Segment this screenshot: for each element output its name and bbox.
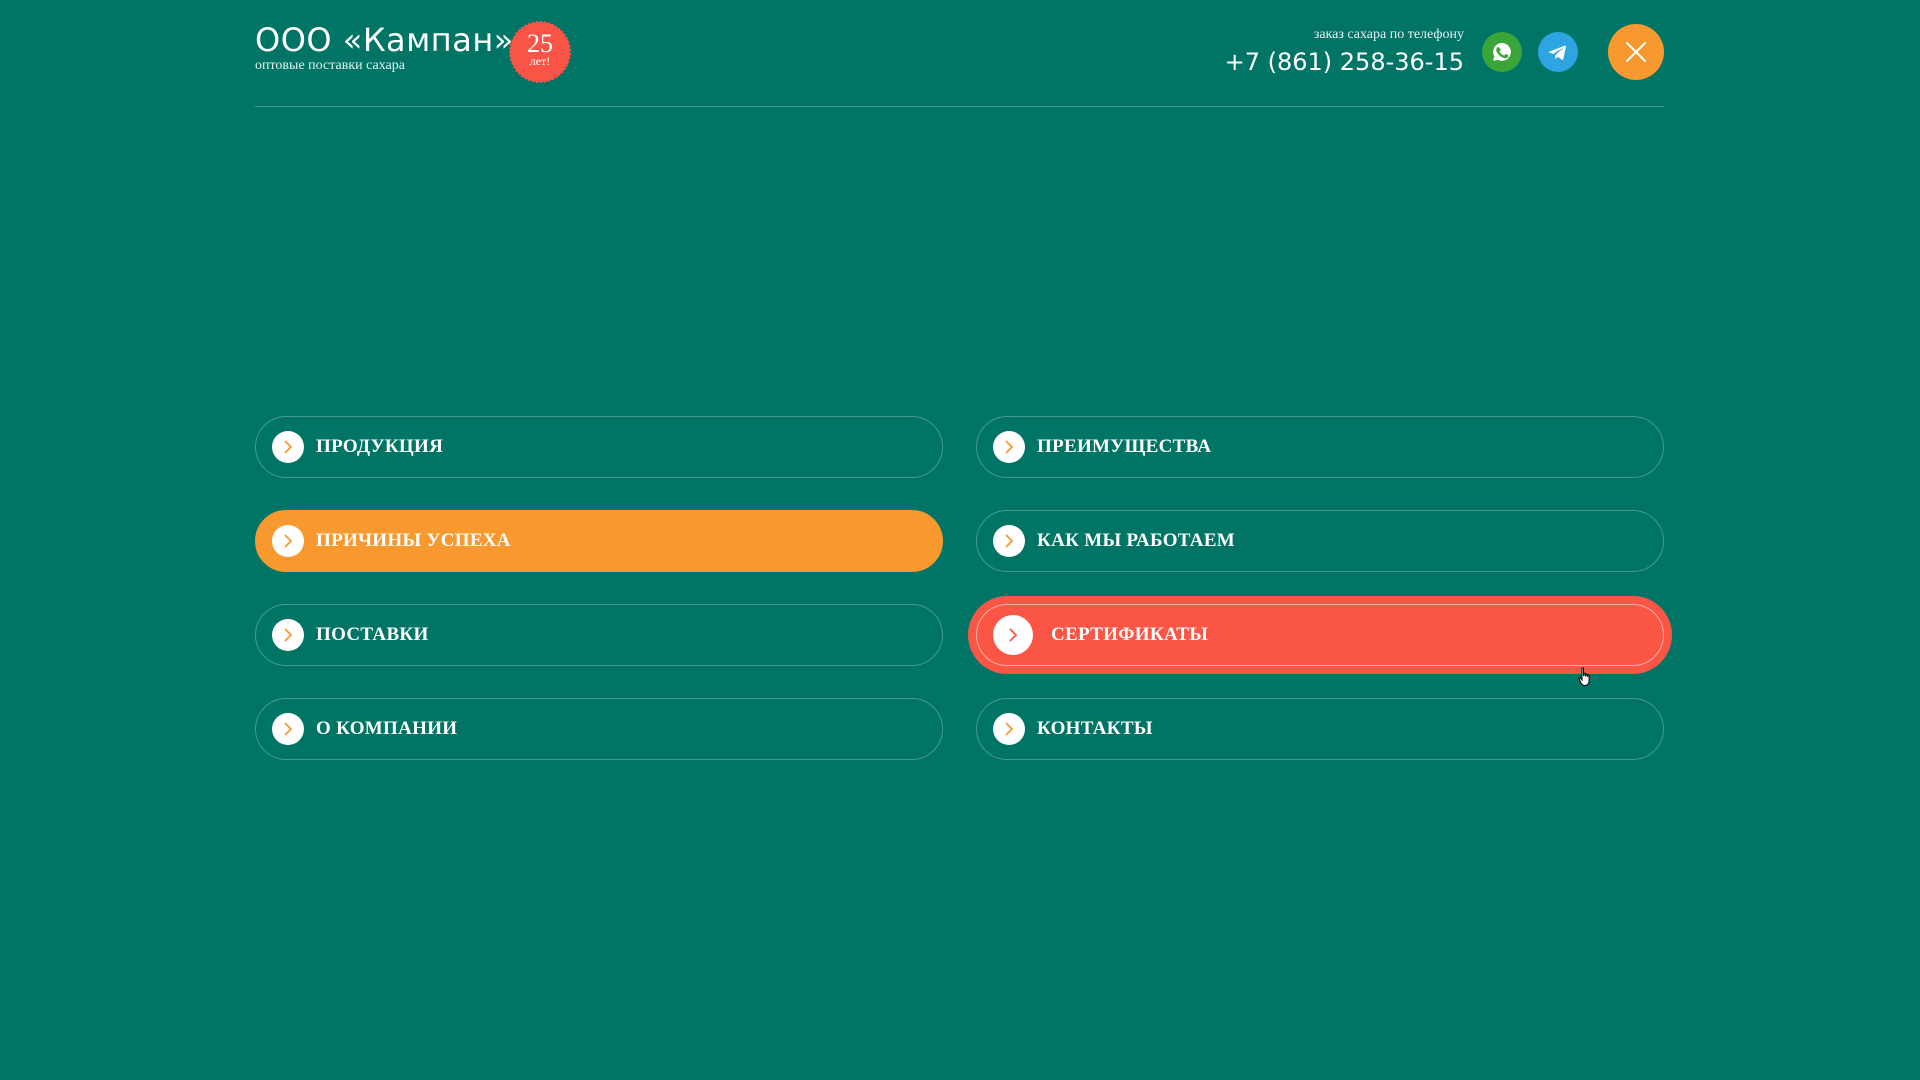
whatsapp-icon xyxy=(1493,43,1511,61)
chevron-right-icon xyxy=(993,431,1025,463)
company-tagline: оптовые поставки сахара xyxy=(255,58,405,73)
menu-item-how-we-work[interactable]: КАК МЫ РАБОТАЕМ xyxy=(976,510,1664,572)
chevron-right-icon xyxy=(993,713,1025,745)
chevron-right-icon xyxy=(993,525,1025,557)
anniversary-badge: 25 лет! xyxy=(509,21,571,83)
menu-item-certificates[interactable]: СЕРТИФИКАТЫ xyxy=(976,604,1664,666)
menu-overlay: ООО «Кампан» оптовые поставки сахара 25 … xyxy=(0,0,1920,1080)
chevron-right-icon xyxy=(272,431,304,463)
telegram-button[interactable] xyxy=(1538,32,1578,72)
menu-item-label: КОНТАКТЫ xyxy=(1037,718,1153,739)
menu-item-advantages[interactable]: ПРЕИМУЩЕСТВА xyxy=(976,416,1664,478)
close-icon xyxy=(1626,42,1646,62)
menu-item-success-reasons[interactable]: ПРИЧИНЫ УСПЕХА xyxy=(255,510,943,572)
phone-number-link[interactable]: +7 (861) 258-36-15 xyxy=(1225,48,1464,76)
menu-item-label: ПРОДУКЦИЯ xyxy=(316,436,444,457)
menu-item-contacts[interactable]: КОНТАКТЫ xyxy=(976,698,1664,760)
menu-item-label: ПОСТАВКИ xyxy=(316,624,429,645)
menu-item-label: О КОМПАНИИ xyxy=(316,718,458,739)
menu-item-products[interactable]: ПРОДУКЦИЯ xyxy=(255,416,943,478)
whatsapp-button[interactable] xyxy=(1482,32,1522,72)
logo[interactable]: ООО «Кампан» оптовые поставки сахара xyxy=(255,20,514,74)
menu-item-label: ПРИЧИНЫ УСПЕХА xyxy=(316,530,511,551)
company-name: ООО «Кампан» xyxy=(255,21,514,59)
close-menu-button[interactable] xyxy=(1608,24,1664,80)
menu-item-label: КАК МЫ РАБОТАЕМ xyxy=(1037,530,1236,551)
menu-item-label: ПРЕИМУЩЕСТВА xyxy=(1037,436,1212,457)
chevron-right-icon xyxy=(272,525,304,557)
hand-cursor-icon xyxy=(1578,667,1590,687)
chevron-right-icon xyxy=(272,619,304,651)
header: ООО «Кампан» оптовые поставки сахара 25 … xyxy=(255,0,1664,107)
menu-item-label: СЕРТИФИКАТЫ xyxy=(1051,624,1209,645)
chevron-right-icon xyxy=(272,713,304,745)
menu-item-about[interactable]: О КОМПАНИИ xyxy=(255,698,943,760)
main-menu: ПРОДУКЦИЯ ПРЕИМУЩЕСТВА ПРИЧИНЫ УСПЕХА КА… xyxy=(255,416,1664,760)
badge-number: 25 xyxy=(527,29,553,58)
chevron-right-icon xyxy=(993,615,1033,655)
phone-block: заказ сахара по телефону +7 (861) 258-36… xyxy=(1225,26,1464,76)
menu-item-deliveries[interactable]: ПОСТАВКИ xyxy=(255,604,943,666)
badge-text: лет! xyxy=(529,54,551,68)
phone-caption: заказ сахара по телефону xyxy=(1313,27,1464,42)
telegram-icon xyxy=(1548,45,1566,60)
